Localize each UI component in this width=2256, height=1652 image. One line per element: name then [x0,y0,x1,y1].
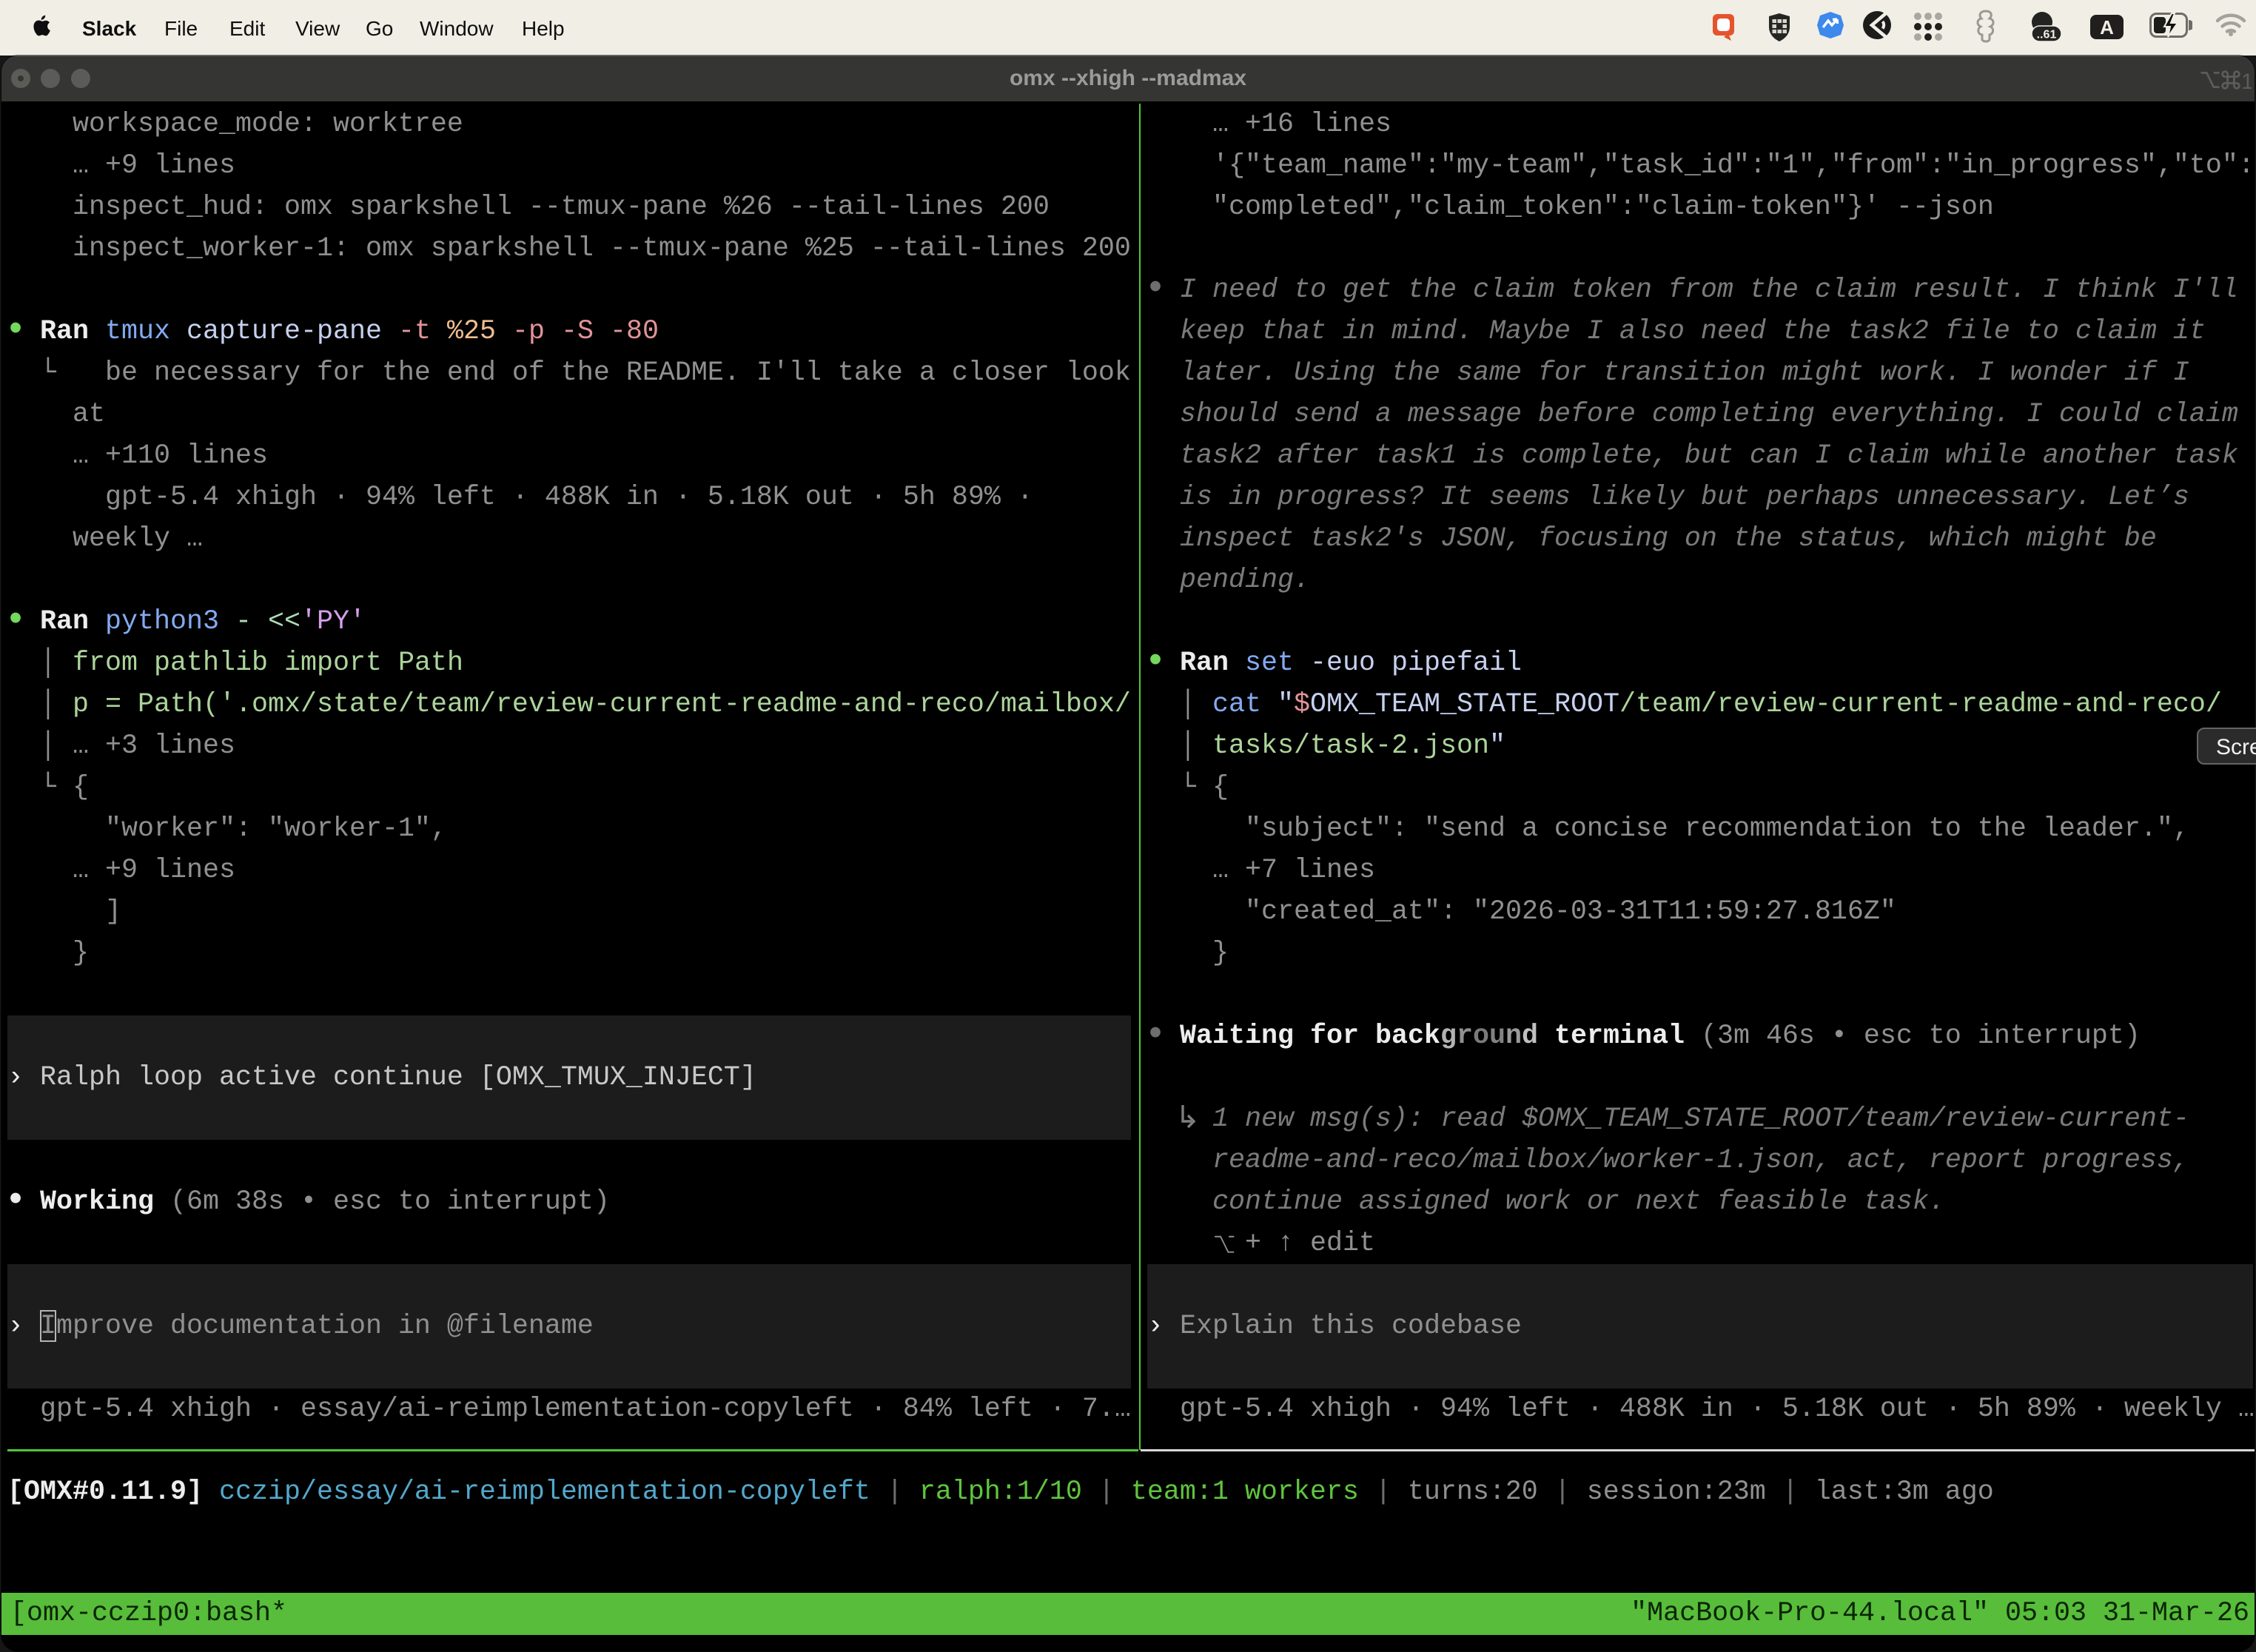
svg-text:1: 1 [2241,70,2252,92]
svg-text:A: A [2100,16,2114,38]
svg-text:..61: ..61 [2037,29,2057,41]
